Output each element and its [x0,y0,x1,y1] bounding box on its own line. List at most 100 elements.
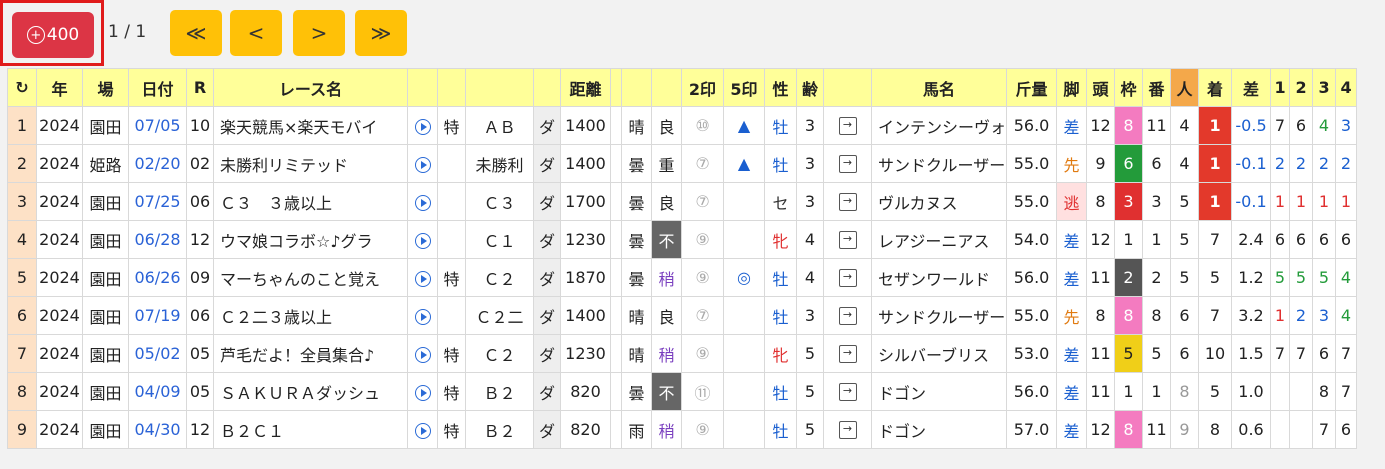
open-horse-icon[interactable]: → [838,155,857,174]
weight-cell: 57.0 [1006,410,1058,449]
add-400-button[interactable]: + 400 [12,12,94,58]
race-name-cell: Ｃ２二３歳以上 [213,296,408,335]
corner1-cell-text: 1 [1274,192,1286,211]
video-cell[interactable] [407,410,438,449]
horse-link-cell[interactable]: → [823,258,872,297]
open-horse-icon[interactable]: → [838,307,857,326]
corner3-cell-text: 1 [1318,192,1330,211]
open-horse-icon[interactable]: → [838,231,857,250]
horse-link-cell[interactable]: → [823,410,872,449]
date-link[interactable]: 07/25 [128,182,187,221]
play-video-icon[interactable] [414,422,431,439]
refresh-icon[interactable]: ↻ [7,68,37,107]
mark2-cell-text: ⑨ [695,420,710,439]
play-video-icon[interactable] [414,270,431,287]
date-link[interactable]: 04/09 [128,372,187,411]
distance-cell-text: 820 [570,420,601,439]
video-cell[interactable] [407,182,438,221]
horse-link-cell[interactable]: → [823,106,872,145]
play-video-icon[interactable] [414,156,431,173]
distance-cell: 820 [560,372,611,411]
play-video-icon[interactable] [414,232,431,249]
video-cell[interactable] [407,334,438,373]
table-row[interactable]: 7 2024 園田 05/02 05 芦毛だよ！全員集合♪ 特 Ｃ２ ダ 1230 晴稍 ⑨ 牝 5 → シル… [7,334,1358,373]
header-spacer [610,68,622,107]
date-link[interactable]: 06/28 [128,220,187,259]
horse-name-cell: シルバーブリス [870,334,1008,373]
horse-link-cell[interactable]: → [823,296,872,335]
prev-page-button[interactable]: < [230,10,282,56]
horse-link-cell[interactable]: → [823,334,872,373]
date-link[interactable]: 05/02 [128,334,187,373]
weather-cell-text: 晴 [628,345,645,365]
date-link[interactable]: 02/20 [128,144,187,183]
venue-cell: 園田 [82,106,129,145]
horse-number-cell-text: 11 [1146,420,1167,439]
video-cell[interactable] [407,372,438,411]
weight-cell: 56.0 [1006,372,1058,411]
video-cell[interactable] [407,106,438,145]
popularity-cell: 4 [1170,144,1200,183]
play-video-icon[interactable] [414,384,431,401]
age-cell: 5 [796,410,824,449]
date-link[interactable]: 07/19 [128,296,187,335]
field-size-cell-text: 8 [1095,306,1106,325]
running-style-cell: 差 [1056,220,1088,259]
margin-cell: 1.0 [1231,372,1272,411]
play-video-icon[interactable] [414,194,431,211]
column-header [823,68,872,107]
video-cell[interactable] [407,144,438,183]
table-row[interactable]: 5 2024 園田 06/26 09 マーちゃんのこと覚え特 Ｃ２ ダ 1870 曇稍 ⑨ ◎ 牡 4 → セ… [7,258,1358,297]
date-link[interactable]: 06/26 [128,258,187,297]
last-page-button[interactable]: ≫ [355,10,407,56]
play-video-icon[interactable] [414,118,431,135]
table-row[interactable]: 4 2024 園田 06/28 12 ウマ娘コラボ☆♪グラ Ｃ１ ダ 1230 曇不 ⑨ 牝 4 → レアジ… [7,220,1358,259]
first-page-button[interactable]: ≪ [170,10,222,56]
open-horse-icon[interactable]: → [838,193,857,212]
venue-cell-text: 園田 [89,383,122,403]
horse-number-cell-text: 1 [1151,382,1162,401]
video-cell[interactable] [407,258,438,297]
date-link[interactable]: 04/30 [128,410,187,449]
weight-cell: 55.0 [1006,296,1058,335]
open-horse-icon[interactable]: → [838,117,857,136]
table-row[interactable]: 2 2024 姫路 02/20 02 未勝利リミテッド 未勝利ダ 1400 曇重 ⑦ ▲ 牡 3 → サンド… [7,144,1358,183]
table-row[interactable]: 3 2024 園田 07/25 06 Ｃ３ ３歳以上 Ｃ３ ダ 1700 曇良 ⑦ セ 3 → ヴルカヌス 5… [7,182,1358,221]
margin-cell-text: 1.0 [1238,382,1264,401]
horse-number-cell: 3 [1142,182,1172,221]
age-cell-text: 5 [804,344,816,363]
table-row[interactable]: 6 2024 園田 07/19 06 Ｃ２二３歳以上 Ｃ２二ダ 1400 晴良 ⑦ 牡 3 → サンドクル… [7,296,1358,335]
play-video-icon[interactable] [414,308,431,325]
table-row[interactable]: 8 2024 園田 04/09 05 ＳＡＫＵＲＡダッシュ特 Ｂ２ ダ 820 曇不 ⑪ 牡 5 → ドゴン… [7,372,1358,411]
horse-link-cell[interactable]: → [823,144,872,183]
horse-link-cell[interactable]: → [823,220,872,259]
corner2-cell-text: 2 [1295,154,1307,173]
next-page-button[interactable]: > [293,10,345,56]
popularity-cell: 5 [1170,182,1200,221]
play-video-icon[interactable] [414,346,431,363]
weight-cell: 56.0 [1006,258,1058,297]
column-header: 頭 [1086,68,1116,107]
open-horse-icon[interactable]: → [838,383,857,402]
race-name-cell: ＳＡＫＵＲＡダッシュ [213,372,408,411]
open-horse-icon[interactable]: → [838,345,857,364]
video-cell[interactable] [407,296,438,335]
horse-name-cell-text: ドゴン [878,421,927,441]
table-row[interactable]: 1 2024 園田 07/05 10 楽天競馬×楽天モバイ特 ＡＢ ダ 1400 晴良 ⑩ ▲ 牡 3 → イ… [7,106,1358,145]
age-cell-text: 3 [804,192,816,211]
class-cell: Ｃ２二 [465,296,534,335]
year-cell: 2024 [36,296,83,335]
corner3-cell-text: 6 [1318,344,1330,363]
running-style-cell-text: 先 [1063,155,1080,175]
horse-link-cell[interactable]: → [823,372,872,411]
horse-link-cell[interactable]: → [823,182,872,221]
video-cell[interactable] [407,220,438,259]
date-link-text: 02/20 [134,154,181,173]
popularity-cell: 9 [1170,410,1200,449]
table-row[interactable]: 9 2024 園田 04/30 12 Ｂ２Ｃ１ 特 Ｂ２ ダ 820 雨稍 ⑨ 牡 5 → ドゴン 57.0 差 1… [7,410,1358,449]
race-number-cell-text: 10 [189,116,211,135]
open-horse-icon[interactable]: → [838,421,857,440]
open-horse-icon[interactable]: → [838,269,857,288]
date-link[interactable]: 07/05 [128,106,187,145]
weather-cell-text: 曇 [628,155,645,175]
